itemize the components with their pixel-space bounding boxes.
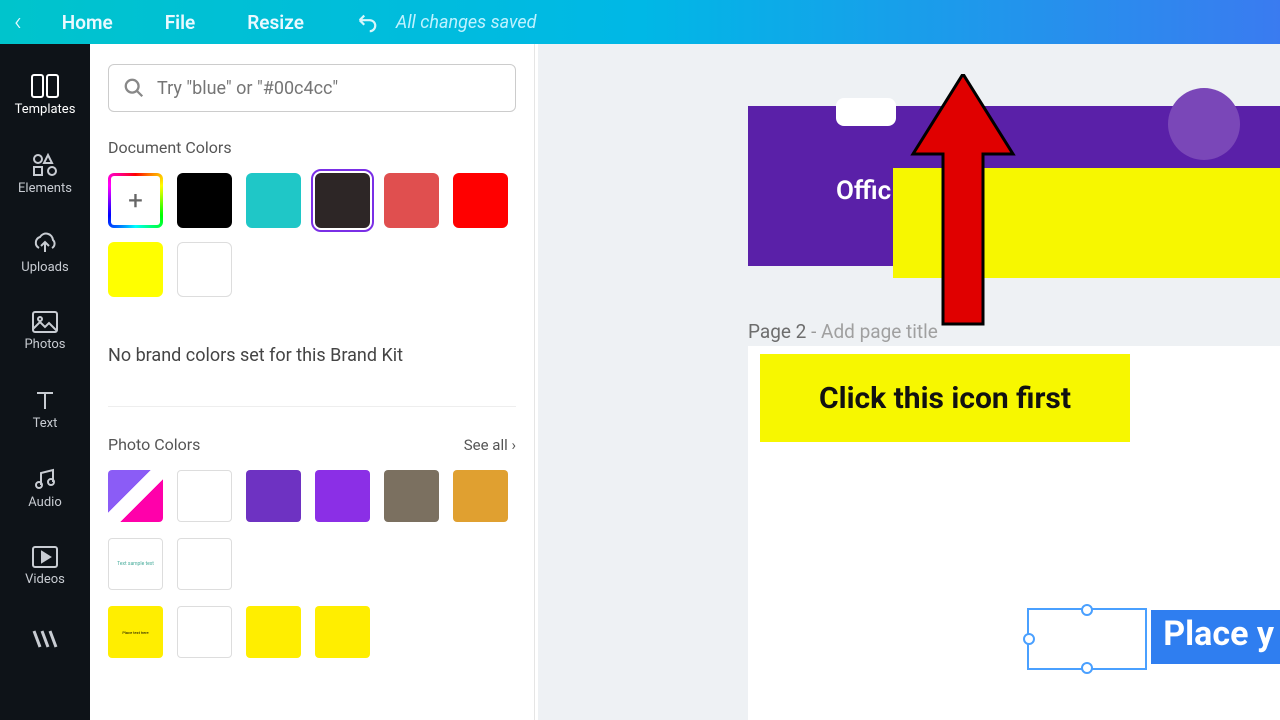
color-swatch[interactable]: [108, 242, 163, 297]
color-swatch[interactable]: [177, 538, 232, 590]
add-color-swatch[interactable]: +: [108, 173, 163, 228]
see-all-link[interactable]: See all ›: [464, 436, 516, 454]
color-swatch[interactable]: [246, 470, 301, 522]
doc-colors-heading: Document Colors: [108, 138, 516, 157]
page-indicator: Page 2 - Add page title: [748, 320, 938, 343]
search-icon: [123, 77, 145, 99]
doc-swatches: +: [108, 173, 516, 297]
rail-photos[interactable]: Photos: [0, 293, 90, 370]
page-number: Page 2: [748, 320, 806, 343]
rail-uploads-label: Uploads: [21, 260, 68, 275]
menu-file[interactable]: File: [139, 11, 222, 34]
color-search[interactable]: [108, 64, 516, 112]
annotation-callout: Click this icon first: [760, 354, 1130, 442]
color-search-input[interactable]: [157, 78, 501, 99]
resize-handle[interactable]: [1023, 633, 1035, 645]
rail-videos[interactable]: Videos: [0, 528, 90, 605]
panel-divider: [108, 406, 516, 407]
photo-swatch-row-1: [108, 470, 516, 522]
rail-videos-label: Videos: [25, 572, 65, 587]
rail-audio[interactable]: Audio: [0, 449, 90, 528]
resize-handle[interactable]: [1081, 662, 1093, 674]
save-status: All changes saved: [396, 12, 537, 33]
rail-text[interactable]: Text: [0, 370, 90, 449]
photo-swatch-row-2: Text sample text: [108, 538, 516, 590]
canvas-shape[interactable]: [836, 98, 896, 126]
rail-text-label: Text: [33, 416, 58, 431]
resize-handle[interactable]: [1081, 604, 1093, 616]
rail-uploads[interactable]: Uploads: [0, 214, 90, 293]
side-rail: Templates Elements Uploads Photos Text A…: [0, 44, 90, 720]
menu-home[interactable]: Home: [36, 11, 139, 34]
photo-thumb[interactable]: Text sample text: [108, 538, 163, 590]
rail-audio-label: Audio: [28, 495, 61, 510]
selected-text-element[interactable]: Place y: [1151, 610, 1280, 664]
rail-photos-label: Photos: [24, 337, 65, 352]
photo-swatch-row-3: Place text here: [108, 606, 516, 658]
canvas-text-offic[interactable]: Offic: [836, 176, 891, 206]
color-swatch[interactable]: [246, 173, 301, 228]
color-swatch[interactable]: [315, 606, 370, 658]
color-swatch[interactable]: [177, 606, 232, 658]
canvas-page-2[interactable]: Click this icon first Place y: [748, 346, 1280, 720]
rail-elements-label: Elements: [18, 181, 72, 196]
photo-thumb[interactable]: Place text here: [108, 606, 163, 658]
annotation-highlight-band: [893, 168, 1280, 278]
color-swatch[interactable]: [384, 173, 439, 228]
photo-thumb[interactable]: [108, 470, 163, 522]
photo-colors-heading: Photo Colors: [108, 435, 200, 454]
menu-resize[interactable]: Resize: [221, 11, 330, 34]
color-swatch[interactable]: [177, 242, 232, 297]
color-swatch[interactable]: [384, 470, 439, 522]
rail-templates[interactable]: Templates: [0, 56, 90, 135]
canvas-shape-circle[interactable]: [1168, 88, 1240, 160]
color-swatch[interactable]: [315, 470, 370, 522]
color-swatch[interactable]: [453, 173, 508, 228]
top-menu-bar: ‹ Home File Resize All changes saved: [0, 0, 1280, 44]
rail-elements[interactable]: Elements: [0, 135, 90, 214]
color-panel: Document Colors + No brand colors set fo…: [90, 44, 535, 720]
annotation-text: Click this icon first: [819, 381, 1071, 416]
page-title-input[interactable]: Add page title: [821, 320, 938, 343]
color-swatch[interactable]: [177, 173, 232, 228]
canvas-area: Offic Page 2 - Add page title Click this…: [538, 44, 1280, 720]
back-icon[interactable]: ‹: [10, 7, 36, 37]
rail-templates-label: Templates: [15, 102, 76, 117]
brand-kit-empty-msg: No brand colors set for this Brand Kit: [108, 345, 516, 366]
color-swatch[interactable]: [177, 470, 232, 522]
color-swatch[interactable]: [315, 173, 370, 228]
text-selection-box[interactable]: [1027, 608, 1147, 670]
color-swatch[interactable]: [453, 470, 508, 522]
rail-more[interactable]: [0, 605, 90, 667]
color-swatch[interactable]: [246, 606, 301, 658]
undo-icon[interactable]: [356, 11, 378, 33]
